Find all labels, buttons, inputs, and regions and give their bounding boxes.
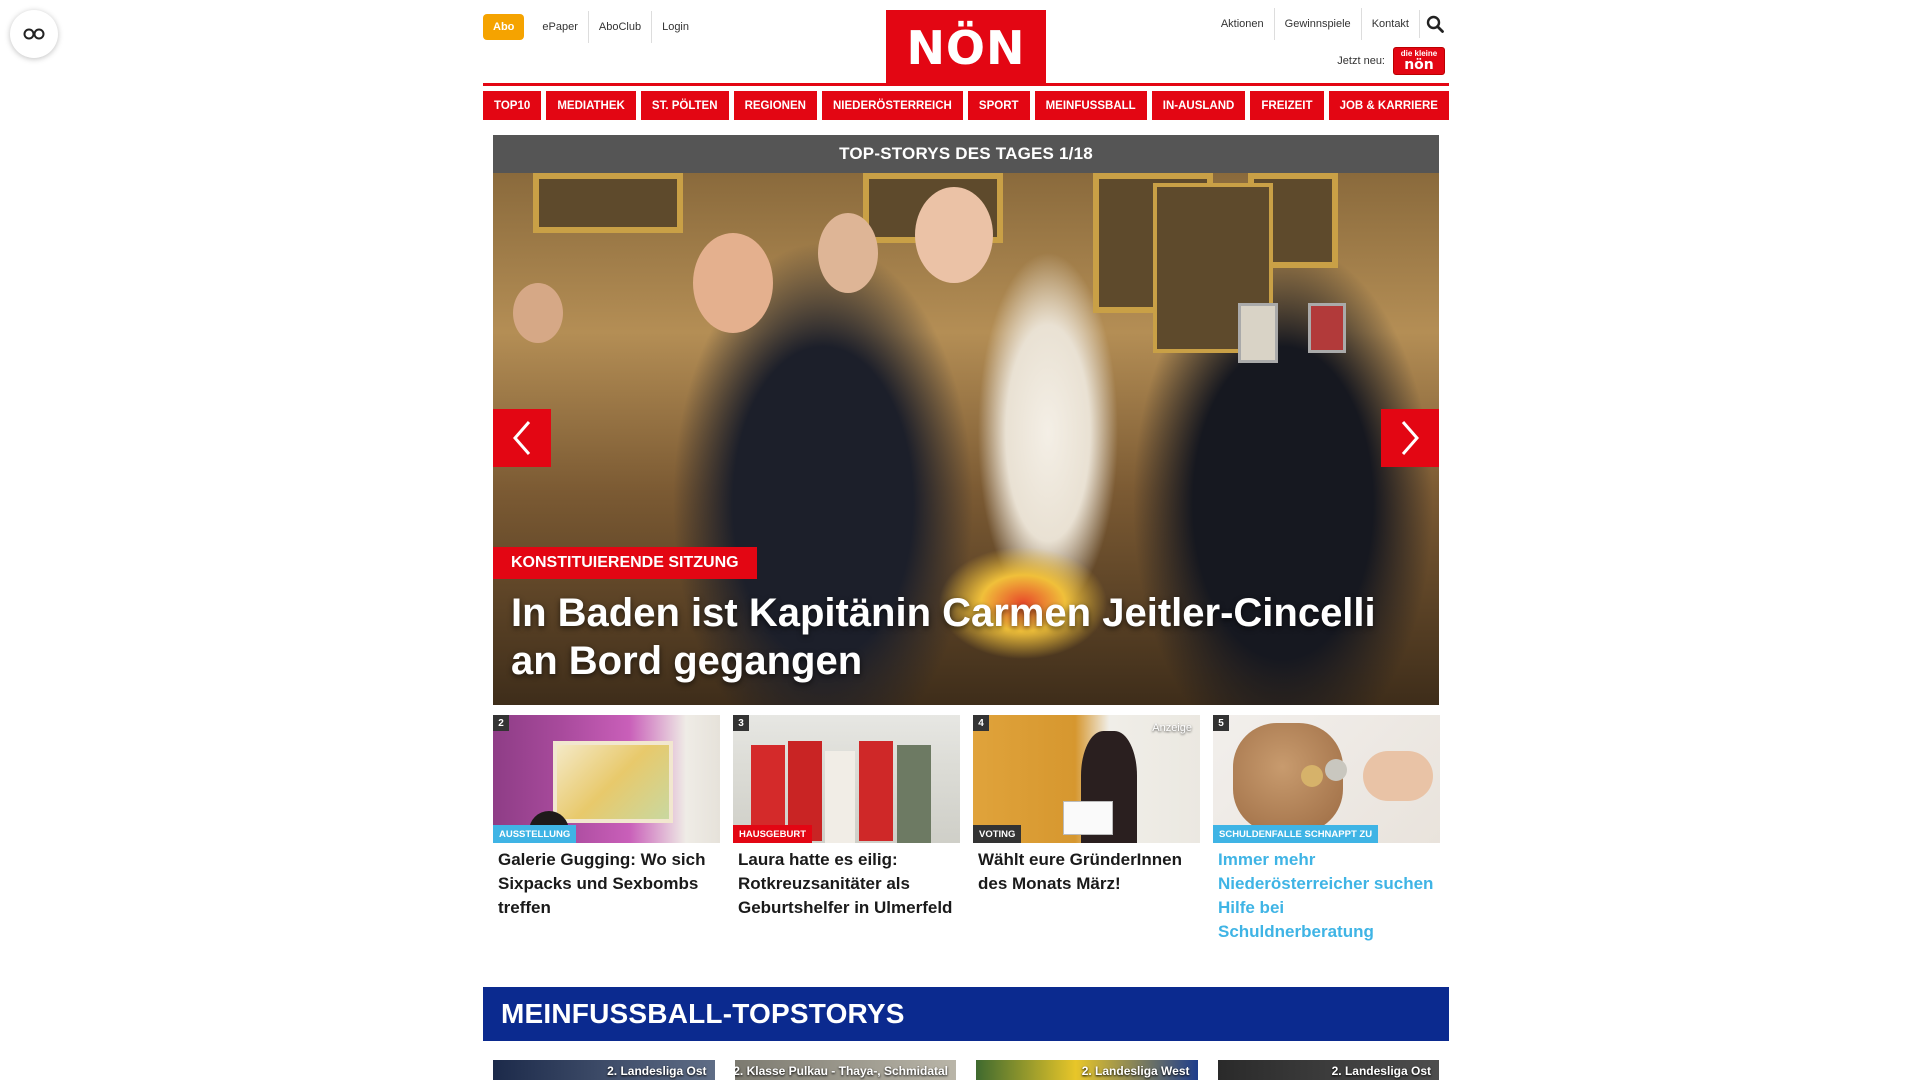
paramedic — [751, 745, 785, 835]
coin — [1301, 765, 1323, 787]
top-stories-carousel: TOP-STORYS DES TAGES 1/18 KONSTITUIEREND… — [493, 135, 1439, 705]
teaser-title[interactable]: Laura hatte es eilig: Rotkreuzsanitäter … — [733, 848, 960, 920]
chevron-right-icon — [1401, 421, 1419, 455]
teaser-list: 2 AUSSTELLUNG Galerie Gugging: Wo sich S… — [493, 715, 1440, 955]
artwork — [553, 741, 673, 823]
carousel-heading: TOP-STORYS DES TAGES 1/18 — [493, 135, 1439, 173]
nav-item-mediathek[interactable]: MEDIATHEK — [546, 91, 636, 120]
father — [897, 745, 931, 843]
carousel-next-button[interactable] — [1381, 409, 1439, 467]
hand — [1363, 751, 1433, 801]
epaper-link[interactable]: ePaper — [532, 11, 587, 43]
football-teaser-league: 2. Landesliga Ost — [1331, 1064, 1431, 1078]
painting-frame — [533, 173, 683, 233]
chevron-left-icon — [513, 421, 531, 455]
nav-item-st-poelten[interactable]: ST. PÖLTEN — [640, 91, 729, 120]
teaser-card[interactable]: 3 HAUSGEBURT Laura hatte es eilig: Rotkr… — [733, 715, 960, 955]
site-header: Abo ePaper AboClub Login NÖN Aktionen Ge… — [483, 0, 1449, 86]
teaser-tag: HAUSGEBURT — [733, 825, 813, 843]
football-teaser[interactable]: 2. Landesliga West — [976, 1060, 1198, 1080]
aktionen-link[interactable]: Aktionen — [1211, 8, 1274, 40]
login-link[interactable]: Login — [651, 11, 699, 43]
person-mid-face — [915, 187, 993, 283]
mother — [825, 751, 855, 843]
gewinnspiele-link[interactable]: Gewinnspiele — [1273, 8, 1361, 40]
coin-purse — [1233, 723, 1343, 833]
teaser-image[interactable]: 5 SCHULDENFALLE SCHNAPPT ZU — [1213, 715, 1440, 843]
teaser-card[interactable]: 2 AUSSTELLUNG Galerie Gugging: Wo sich S… — [493, 715, 720, 955]
teaser-title[interactable]: Galerie Gugging: Wo sich Sixpacks und Se… — [493, 848, 720, 920]
teaser-card[interactable]: 5 SCHULDENFALLE SCHNAPPT ZU Immer mehr N… — [1213, 715, 1440, 955]
accessibility-button[interactable] — [10, 10, 58, 58]
teaser-title[interactable]: Wählt eure GründerInnen des Monats März! — [973, 848, 1200, 896]
teaser-image[interactable]: 4 Anzeige VOTING — [973, 715, 1200, 843]
utility-nav-right: Aktionen Gewinnspiele Kontakt — [1203, 8, 1449, 40]
kleine-noen-logo[interactable]: die kleine nön — [1393, 47, 1445, 75]
football-teaser[interactable]: 2. Klasse Pulkau - Thaya-, Schmidatal — [734, 1060, 956, 1080]
kleine-noen-big-text: nön — [1404, 57, 1434, 73]
nav-item-sport[interactable]: SPORT — [967, 91, 1030, 120]
ad-label: Anzeige — [1152, 722, 1192, 734]
kontakt-link[interactable]: Kontakt — [1360, 8, 1419, 40]
utility-nav-left: Abo ePaper AboClub Login — [483, 11, 699, 43]
portrait-frame — [1308, 303, 1346, 353]
teaser-tag: VOTING — [973, 825, 1022, 843]
certificate — [1063, 801, 1113, 835]
teaser-title[interactable]: Immer mehr Niederösterreicher suchen Hil… — [1213, 848, 1440, 944]
person-left-face — [693, 233, 773, 333]
teaser-number: 3 — [733, 715, 749, 731]
hero-headline[interactable]: In Baden ist Kapitänin Carmen Jeitler-Ci… — [511, 589, 1391, 685]
main-nav: TOP10 MEDIATHEK ST. PÖLTEN REGIONEN NIED… — [483, 91, 1449, 120]
header-divider — [483, 83, 1449, 86]
paramedic — [859, 741, 893, 841]
football-teaser-league: 2. Landesliga West — [1081, 1064, 1190, 1078]
jetzt-neu-label: Jetzt neu: — [1337, 55, 1385, 67]
jetzt-neu-promo: Jetzt neu: die kleine nön — [1337, 47, 1445, 75]
football-teaser[interactable]: 2. Landesliga Ost — [493, 1060, 715, 1080]
football-teaser[interactable]: 2. Landesliga Ost — [1217, 1060, 1439, 1080]
teaser-card[interactable]: 4 Anzeige VOTING Wählt eure GründerInnen… — [973, 715, 1200, 955]
person-bg-face — [513, 283, 563, 343]
nav-item-niederoesterreich[interactable]: NIEDERÖSTERREICH — [821, 91, 963, 120]
teaser-image[interactable]: 3 HAUSGEBURT — [733, 715, 960, 843]
nav-item-in-ausland[interactable]: IN-AUSLAND — [1151, 91, 1246, 120]
teaser-number: 4 — [973, 715, 989, 731]
portrait-frame — [1238, 303, 1278, 363]
aboclub-link[interactable]: AboClub — [587, 11, 651, 43]
football-teaser-league: 2. Klasse Pulkau - Thaya-, Schmidatal — [734, 1064, 949, 1078]
search-button[interactable] — [1419, 10, 1449, 38]
coin — [1325, 759, 1347, 781]
search-icon — [1426, 15, 1444, 33]
teaser-image[interactable]: 2 AUSSTELLUNG — [493, 715, 720, 843]
abo-button[interactable]: Abo — [483, 14, 525, 40]
nav-item-meinfussball[interactable]: MEINFUSSBALL — [1034, 91, 1147, 120]
page-container: Abo ePaper AboClub Login NÖN Aktionen Ge… — [483, 0, 1449, 1080]
nav-item-freizeit[interactable]: FREIZEIT — [1250, 91, 1324, 120]
glasses-icon — [23, 28, 45, 40]
hero-story-image[interactable]: KONSTITUIERENDE SITZUNG In Baden ist Kap… — [493, 173, 1439, 705]
nav-item-job-karriere[interactable]: JOB & KARRIERE — [1328, 91, 1449, 120]
site-logo[interactable]: NÖN — [886, 10, 1046, 86]
teaser-tag: SCHULDENFALLE SCHNAPPT ZU — [1213, 825, 1379, 843]
carousel-prev-button[interactable] — [493, 409, 551, 467]
nav-item-top10[interactable]: TOP10 — [483, 91, 542, 120]
nav-item-regionen[interactable]: REGIONEN — [733, 91, 817, 120]
football-teaser-league: 2. Landesliga Ost — [607, 1064, 707, 1078]
meinfussball-teaser-row: 2. Landesliga Ost 2. Klasse Pulkau - Tha… — [493, 1060, 1439, 1080]
teaser-tag: AUSSTELLUNG — [493, 825, 577, 843]
teaser-number: 5 — [1213, 715, 1229, 731]
person-right-face — [818, 213, 878, 293]
section-heading-meinfussball[interactable]: MEINFUSSBALL-TOPSTORYS — [483, 987, 1449, 1041]
teaser-number: 2 — [493, 715, 509, 731]
hero-kicker: KONSTITUIERENDE SITZUNG — [493, 547, 757, 579]
